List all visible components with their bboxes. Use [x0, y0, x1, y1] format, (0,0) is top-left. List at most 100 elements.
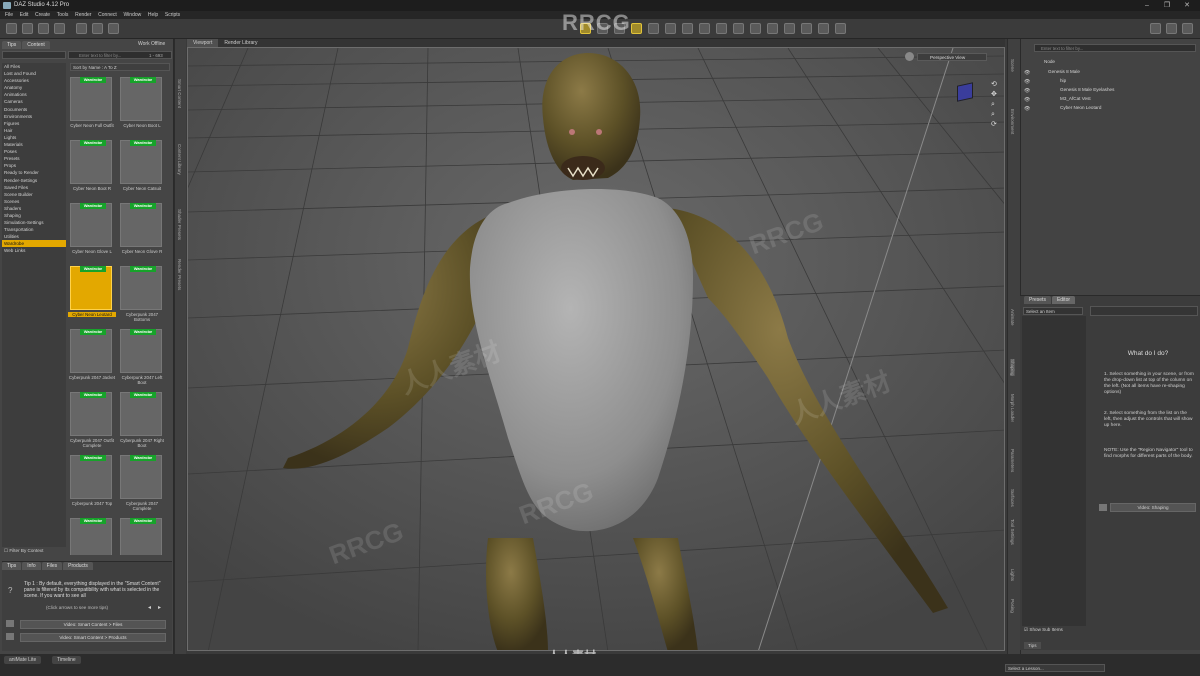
content-filter-input[interactable]: Enter text to filter by... 1 - 693	[68, 51, 172, 59]
tab-presets[interactable]: Presets	[1024, 296, 1051, 304]
tab-tips-bottom[interactable]: Tips	[2, 562, 22, 570]
strip-tab-render-presets[interactable]: Render Presets	[177, 259, 182, 290]
save-icon[interactable]	[54, 23, 65, 34]
close-button[interactable]: ✕	[1180, 1, 1194, 10]
move-icon[interactable]	[665, 23, 676, 34]
tab-info[interactable]: Info	[22, 562, 41, 570]
link-icon[interactable]	[818, 23, 829, 34]
category-item[interactable]: Environments	[2, 113, 66, 120]
category-item[interactable]: Transportation	[2, 226, 66, 233]
category-item[interactable]: Documents	[2, 106, 66, 113]
work-offline-button[interactable]: Work Offline	[138, 41, 165, 47]
category-item[interactable]: Presets	[2, 155, 66, 162]
content-thumbnail[interactable]: Wardrobe	[68, 516, 116, 555]
category-item[interactable]: Lost and Found	[2, 70, 66, 77]
content-thumbnail[interactable]: Wardrobe	[118, 516, 166, 555]
morph-icon[interactable]	[784, 23, 795, 34]
sort-dropdown[interactable]: Sort by Name : A To Z	[70, 63, 170, 71]
tab-timeline[interactable]: Timeline	[52, 656, 81, 664]
menu-edit[interactable]: Edit	[20, 11, 29, 19]
maximize-button[interactable]: ❐	[1160, 1, 1174, 10]
menu-render[interactable]: Render	[75, 11, 91, 19]
render-icon[interactable]	[76, 23, 87, 34]
viewport-options-icon[interactable]	[905, 52, 914, 61]
content-thumbnail[interactable]: Wardrobe Cyberpunk 2047 Jacket	[68, 327, 116, 389]
strip-tab-animate[interactable]: Animate	[1010, 309, 1015, 326]
menu-window[interactable]: Window	[123, 11, 141, 19]
menu-tools[interactable]: Tools	[57, 11, 69, 19]
scene-node-row[interactable]: M3_AfCat Vest	[1024, 95, 1196, 102]
scene-filter-input[interactable]: Enter text to filter by...	[1034, 44, 1196, 52]
video-smart-content-products-button[interactable]: Video: Smart Content > Products	[20, 633, 166, 642]
menu-connect[interactable]: Connect	[98, 11, 117, 19]
strip-tab-scene[interactable]: Scene	[1010, 59, 1015, 72]
open-icon[interactable]	[22, 23, 33, 34]
content-thumbnail[interactable]: Wardrobe Cyber Neon Full Outfit	[68, 75, 116, 137]
camera-selector-dropdown[interactable]: Perspective View	[917, 53, 987, 61]
tab-animate-lite[interactable]: aniMate Lite	[4, 656, 42, 664]
show-sub-items-checkbox[interactable]: ☑ Show Sub Items	[1024, 627, 1063, 633]
category-item[interactable]: Simulation-Settings	[2, 219, 66, 226]
menu-scripts[interactable]: Scripts	[165, 11, 180, 19]
category-item[interactable]: Cameras	[2, 98, 66, 105]
camera-icon[interactable]	[835, 23, 846, 34]
visibility-eye-icons[interactable]: 👁 👁 👁 👁 👁	[1024, 69, 1030, 114]
content-thumbnail[interactable]: Wardrobe Cyberpunk 2047 Bottoms	[118, 264, 166, 326]
menu-file[interactable]: File	[5, 11, 13, 19]
strip-tab-tool-settings[interactable]: Tool Settings	[1010, 519, 1015, 545]
category-item[interactable]: Animations	[2, 91, 66, 98]
content-thumbnail[interactable]: Wardrobe Cyber Neon Boot L	[118, 75, 166, 137]
dolly-icon[interactable]: ⌕	[991, 110, 997, 120]
category-item[interactable]: All Files	[2, 63, 66, 70]
category-item[interactable]: Hair	[2, 127, 66, 134]
content-thumbnail[interactable]: Wardrobe Cyberpunk 2047 Outfit Complete	[68, 390, 116, 452]
scene-node-row[interactable]: Genesis 8 Male	[1024, 68, 1196, 75]
video-shaping-button[interactable]: Video: Shaping	[1110, 503, 1196, 512]
scene-node-row[interactable]: Genesis 8 Male Eyelashes	[1024, 86, 1196, 93]
category-item[interactable]: Scene Builder	[2, 191, 66, 198]
grid-layout-icon[interactable]	[1182, 23, 1193, 34]
category-item[interactable]: Lights	[2, 134, 66, 141]
content-thumbnail[interactable]: Wardrobe Cyber Neon Catsuit	[118, 138, 166, 200]
strip-tab-smart-content[interactable]: Smart Content	[177, 79, 182, 108]
category-item[interactable]: Saved Files	[2, 184, 66, 191]
tab-files[interactable]: Files	[41, 562, 63, 570]
tab-editor[interactable]: Editor	[1051, 296, 1076, 304]
category-item[interactable]: Props	[2, 162, 66, 169]
scene-node-row[interactable]: Cyber Neon Leotard	[1024, 104, 1196, 111]
video-smart-content-files-button[interactable]: Video: Smart Content > Files	[20, 620, 166, 629]
pan-icon[interactable]: ✥	[991, 90, 997, 100]
strip-tab-shaping[interactable]: Shaping	[1010, 359, 1015, 376]
tab-tips-right[interactable]: Tips	[1024, 642, 1041, 649]
strip-tab-parameters[interactable]: Parameters	[1010, 449, 1015, 472]
tab-tips[interactable]: Tips	[2, 41, 22, 49]
node-weight-icon[interactable]	[648, 23, 659, 34]
tab-viewport[interactable]: Viewport	[187, 39, 219, 47]
strip-tab-lights[interactable]: Lights	[1010, 569, 1015, 581]
tab-render-library[interactable]: Render Library	[218, 39, 263, 47]
content-thumbnail[interactable]: Wardrobe Cyber Neon Leotard	[68, 264, 116, 326]
strip-tab-surfaces[interactable]: Surfaces	[1010, 489, 1015, 507]
scale-tool-icon[interactable]	[631, 23, 642, 34]
region-navigator-icon[interactable]	[750, 23, 761, 34]
strip-tab-environment[interactable]: Environment	[1010, 109, 1015, 134]
view-cube[interactable]	[957, 82, 973, 102]
minimize-button[interactable]: –	[1140, 1, 1154, 10]
frame-icon[interactable]: ⟳	[991, 120, 997, 130]
category-item[interactable]: Shaping	[2, 212, 66, 219]
content-thumbnail[interactable]: Wardrobe Cyberpunk 2047 Left Boot	[118, 327, 166, 389]
category-item[interactable]: Scenes	[2, 198, 66, 205]
home-icon[interactable]	[1150, 23, 1161, 34]
geometry-editor-icon[interactable]	[699, 23, 710, 34]
tab-content[interactable]: Content	[22, 41, 50, 49]
undo-icon[interactable]	[108, 23, 119, 34]
category-item[interactable]: Render-Settings	[2, 177, 66, 184]
menu-create[interactable]: Create	[35, 11, 50, 19]
spot-render-icon[interactable]	[716, 23, 727, 34]
category-item[interactable]: Figures	[2, 120, 66, 127]
shaping-search-input[interactable]	[1090, 306, 1198, 316]
menu-help[interactable]: Help	[148, 11, 158, 19]
content-thumbnail[interactable]: Wardrobe Cyber Neon Glove L	[68, 201, 116, 263]
select-lesson-dropdown[interactable]: Select a Lesson...	[1005, 664, 1105, 672]
content-thumbnail[interactable]: Wardrobe Cyber Neon Glove R	[118, 201, 166, 263]
